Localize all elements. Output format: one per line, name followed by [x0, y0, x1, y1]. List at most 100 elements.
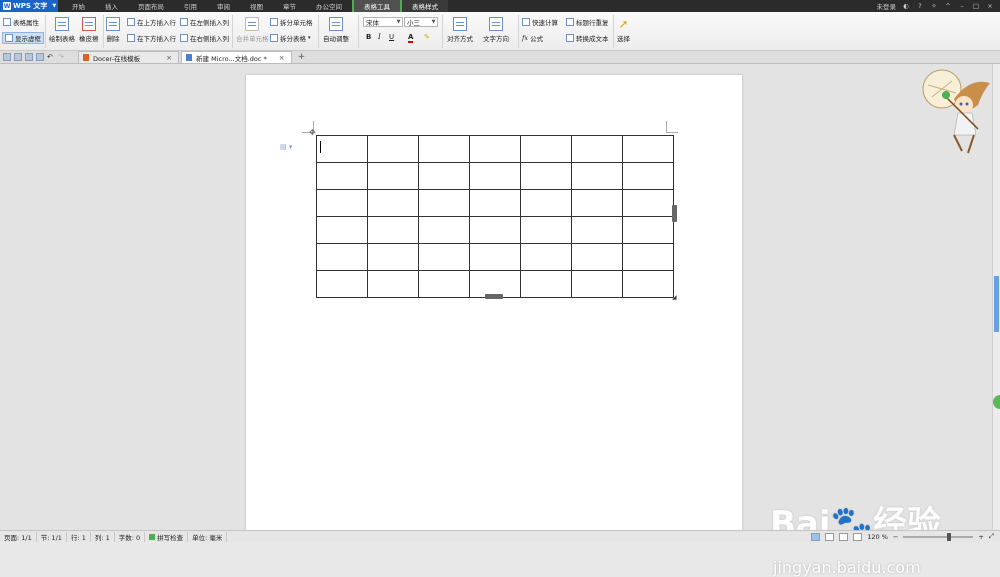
table-cell[interactable]	[317, 190, 368, 217]
table-cell[interactable]	[572, 136, 623, 163]
table-cell[interactable]	[470, 217, 521, 244]
table-cell[interactable]	[623, 244, 674, 271]
insert-col-right-button[interactable]: 在右侧插入列	[180, 33, 229, 43]
table-cell[interactable]	[572, 217, 623, 244]
web-view-icon[interactable]	[839, 533, 848, 541]
tab-references[interactable]: 引用	[174, 0, 207, 12]
table-cell[interactable]	[419, 217, 470, 244]
outline-view-icon[interactable]	[825, 533, 834, 541]
table-move-handle-icon[interactable]: ✥	[309, 128, 316, 137]
help-icon[interactable]: ?	[916, 2, 924, 10]
save-icon[interactable]	[14, 53, 22, 61]
table-cell[interactable]	[572, 271, 623, 298]
table-cell[interactable]	[572, 163, 623, 190]
draw-table-button[interactable]: 绘制表格	[49, 17, 75, 43]
doc-tab-docer[interactable]: Docer-在线模板 ×	[78, 51, 179, 63]
undo-icon[interactable]: ↶	[47, 53, 55, 61]
tab-page-layout[interactable]: 页面布局	[128, 0, 174, 12]
table-cell[interactable]	[419, 244, 470, 271]
skin-icon[interactable]: ◐	[902, 2, 910, 10]
side-widget-icon[interactable]	[993, 395, 1000, 409]
table-cell[interactable]	[368, 163, 419, 190]
page-view-icon[interactable]	[811, 533, 820, 541]
table-properties-button[interactable]: 表格属性	[3, 17, 39, 27]
close-icon[interactable]: ×	[986, 2, 994, 10]
table-cell[interactable]	[368, 271, 419, 298]
spell-check-toggle[interactable]: 拼写检查	[145, 532, 188, 542]
add-column-handle[interactable]	[672, 205, 677, 222]
table-cell[interactable]	[623, 217, 674, 244]
table-resize-handle-icon[interactable]: ◢	[672, 294, 677, 301]
eraser-button[interactable]: 橡皮擦	[79, 17, 99, 43]
table-cell[interactable]	[521, 244, 572, 271]
convert-to-text-button[interactable]: 转换成文本	[566, 33, 609, 43]
bold-button[interactable]: B	[366, 33, 371, 41]
table-cell[interactable]	[623, 136, 674, 163]
table-cell[interactable]	[521, 136, 572, 163]
table-cell[interactable]	[470, 244, 521, 271]
table-cell[interactable]	[368, 190, 419, 217]
table-cell[interactable]	[368, 136, 419, 163]
table-cell[interactable]	[521, 163, 572, 190]
insert-row-below-button[interactable]: 在下方插入行	[127, 33, 176, 43]
tab-chapter[interactable]: 章节	[273, 0, 306, 12]
table-cell[interactable]	[623, 163, 674, 190]
open-icon[interactable]	[3, 53, 11, 61]
fit-page-icon[interactable]: ⤢	[989, 532, 994, 541]
print-icon[interactable]	[25, 53, 33, 61]
table-cell[interactable]	[470, 136, 521, 163]
align-button[interactable]: 对齐方式	[447, 17, 473, 43]
table-cell[interactable]	[419, 163, 470, 190]
add-tab-icon[interactable]: +	[294, 52, 310, 62]
table-cell[interactable]	[521, 190, 572, 217]
reading-view-icon[interactable]	[853, 533, 862, 541]
vertical-scrollbar[interactable]	[992, 64, 1000, 530]
delete-button[interactable]: 删除	[106, 17, 120, 43]
table-cell[interactable]	[521, 271, 572, 298]
zoom-in-icon[interactable]: +	[978, 533, 983, 541]
font-size-select[interactable]: 小三 ▼	[404, 17, 438, 27]
table-cell[interactable]	[317, 163, 368, 190]
assistant-mascot[interactable]	[918, 69, 998, 159]
tab-table-style[interactable]: 表格样式	[400, 0, 448, 12]
table-cell[interactable]	[521, 217, 572, 244]
table-cell[interactable]	[470, 163, 521, 190]
table-cell[interactable]	[368, 244, 419, 271]
zoom-level[interactable]: 120 %	[867, 533, 888, 541]
merge-cells-button[interactable]: 合并单元格	[236, 17, 269, 43]
status-words[interactable]: 字数: 0	[115, 532, 145, 542]
highlight-icon[interactable]: ✎	[424, 33, 430, 41]
split-table-button[interactable]: 拆分表格 ▾	[270, 33, 311, 43]
document-table[interactable]	[316, 135, 674, 298]
table-cell[interactable]	[623, 190, 674, 217]
preview-icon[interactable]	[36, 53, 44, 61]
document-page[interactable]: ✥ ▤ ▾ ◢	[246, 75, 742, 533]
table-cell[interactable]	[317, 271, 368, 298]
tab-office-space[interactable]: 办公空间	[306, 0, 352, 12]
table-cell[interactable]	[317, 217, 368, 244]
text-direction-button[interactable]: 文字方向	[483, 17, 509, 43]
quick-calc-button[interactable]: 快速计算	[522, 17, 558, 27]
table-cell[interactable]	[317, 136, 368, 163]
redo-icon[interactable]: ↷	[58, 53, 66, 61]
font-name-select[interactable]: 宋体 ▼	[363, 17, 403, 27]
underline-button[interactable]: U	[389, 33, 394, 41]
tab-home[interactable]: 开始	[62, 0, 95, 12]
minimize-icon[interactable]: –	[958, 2, 966, 10]
paragraph-layout-icon[interactable]: ▤ ▾	[280, 143, 292, 151]
login-link[interactable]: 未登录	[877, 1, 897, 11]
auto-fit-button[interactable]: 自动调整	[323, 17, 349, 43]
app-menu-button[interactable]: W WPS 文字 ▼	[0, 0, 58, 12]
table-cell[interactable]	[368, 217, 419, 244]
zoom-slider-thumb[interactable]	[947, 533, 951, 541]
table-cell[interactable]	[470, 190, 521, 217]
table-cell[interactable]	[419, 136, 470, 163]
show-gridlines-button[interactable]: 显示虚框	[2, 32, 44, 44]
table-cell[interactable]	[623, 271, 674, 298]
table-cell[interactable]	[572, 244, 623, 271]
formula-button[interactable]: fx 公式	[522, 33, 543, 43]
close-tab-icon[interactable]: ×	[166, 54, 172, 62]
close-tab-icon[interactable]: ×	[279, 54, 285, 62]
zoom-slider[interactable]	[903, 536, 973, 538]
header-repeat-button[interactable]: 标题行重复	[566, 17, 609, 27]
